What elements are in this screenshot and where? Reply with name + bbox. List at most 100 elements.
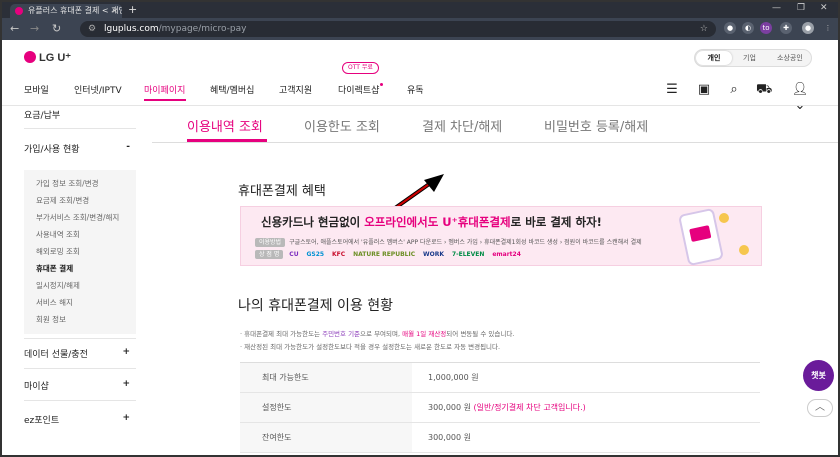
- sidebar-item-billing[interactable]: 요금/납부: [24, 108, 136, 121]
- tab-password[interactable]: 비밀번호 등록/해제: [544, 116, 648, 135]
- coin-icon: [739, 245, 749, 255]
- url-host: lguplus.com: [104, 24, 159, 34]
- sidebar-item-subscription[interactable]: 가입/사용 현황 -: [24, 142, 136, 155]
- ott-free-badge: OTT 무료: [342, 62, 379, 74]
- shop-logo: 7-ELEVEN: [451, 251, 485, 258]
- submenu-item[interactable]: 일시정지/해제: [36, 280, 80, 291]
- user-icon[interactable]: 👤︎⌄: [788, 82, 812, 113]
- address-bar[interactable]: ⚙ lguplus.com/mypage/micro-pay ☆: [80, 21, 716, 37]
- row-label: 잔여한도: [240, 423, 412, 452]
- sidebar: 요금/납부 가입/사용 현황 - 가입 정보 조회/변경 요금제 조회/변경 부가…: [24, 106, 136, 455]
- sidebar-divider: [24, 368, 136, 369]
- tab-limit-inquiry[interactable]: 이용한도 조회: [304, 116, 380, 135]
- nav-benefits[interactable]: 혜택/멤버십: [210, 83, 254, 96]
- back-icon[interactable]: ←: [10, 22, 19, 35]
- sidebar-item-label: 데이터 선물/충전: [24, 350, 88, 360]
- reload-icon[interactable]: ↻: [52, 22, 61, 35]
- shop-logo: WORK: [423, 251, 445, 258]
- close-window-button[interactable]: ✕: [820, 3, 828, 13]
- sidebar-item-data-gift[interactable]: 데이터 선물/충전 +: [24, 347, 136, 360]
- nav-direct-shop[interactable]: 다이렉트샵: [338, 83, 379, 96]
- sidebar-submenu: 가입 정보 조회/변경 요금제 조회/변경 부가서비스 조회/변경/해지 사용내…: [24, 170, 136, 334]
- cart-icon[interactable]: ⛟: [756, 82, 772, 98]
- audience-switch: 개인 기업 소상공인: [694, 49, 812, 67]
- expand-icon[interactable]: +: [122, 379, 130, 389]
- tab-payment-block[interactable]: 결제 차단/해제: [422, 116, 502, 135]
- maximize-button[interactable]: ❐: [797, 3, 805, 13]
- active-nav-underline: [144, 99, 186, 101]
- search-icon[interactable]: ⌕: [726, 82, 742, 98]
- limit-table: 최대 가능한도 1,000,000 원 설정한도 300,000 원 (일반/정…: [240, 362, 760, 455]
- browser-toolbar: ← → ↻ ⚙ lguplus.com/mypage/micro-pay ☆ ●…: [2, 18, 838, 40]
- audience-tab-business[interactable]: 기업: [743, 50, 756, 66]
- logo-mark-icon: [24, 51, 36, 63]
- submenu-item[interactable]: 요금제 조회/변경: [36, 195, 89, 206]
- sidebar-item-label: 마이샵: [24, 382, 49, 392]
- new-dot: [380, 83, 383, 86]
- table-row: 최대 가능한도 1,000,000 원: [240, 363, 760, 393]
- extension-icon[interactable]: ●: [724, 22, 736, 34]
- shop-logo: emart24: [492, 251, 521, 258]
- submenu-item[interactable]: 회원 정보: [36, 314, 66, 325]
- browser-menu-icon[interactable]: ⋮: [822, 22, 834, 34]
- shops-chip: 상 점 명: [255, 250, 284, 259]
- lguplus-favicon-icon: [15, 7, 23, 15]
- row-value: 1,000,000 원: [428, 373, 479, 382]
- benefit-banner[interactable]: 신용카드나 현금없이 오프라인에서도 U⁺휴대폰결제로 바로 결제 하자! 이용…: [240, 206, 762, 267]
- submenu-item[interactable]: 해외로밍 조회: [36, 246, 80, 257]
- sidebar-item-label: ez포인트: [24, 416, 60, 426]
- extension-icon[interactable]: to: [760, 22, 772, 34]
- table-row: 설정한도 300,000 원 (일반/정기결제 차단 고객입니다.): [240, 393, 760, 423]
- submenu-item[interactable]: 부가서비스 조회/변경/해지: [36, 212, 119, 223]
- row-value: 300,000 원 (일반/정기결제 차단 고객입니다.): [428, 403, 586, 412]
- nav-support[interactable]: 고객지원: [279, 83, 312, 96]
- submenu-item[interactable]: 서비스 해지: [36, 297, 73, 308]
- banner-headline: 신용카드나 현금없이 오프라인에서도 U⁺휴대폰결제로 바로 결제 하자!: [261, 215, 602, 229]
- chatbot-button[interactable]: 챗봇: [803, 360, 834, 391]
- phone-illustration-icon: [677, 207, 725, 267]
- nav-udok[interactable]: 유독: [407, 83, 424, 96]
- expand-icon[interactable]: +: [122, 347, 130, 357]
- main-nav: 모바일 인터넷/IPTV 마이페이지 혜택/멤버십 고객지원 다이렉트샵 유독: [2, 78, 838, 102]
- table-row: 잔여한도 300,000 원: [240, 423, 760, 453]
- bookmark-star-icon[interactable]: ☆: [700, 21, 708, 37]
- sidebar-item-label: 요금/납부: [24, 111, 61, 121]
- tabs-divider: [152, 142, 838, 143]
- submenu-item-current[interactable]: 휴대폰 결제: [36, 263, 73, 274]
- sidebar-item-label: 가입/사용 현황: [24, 145, 80, 155]
- browser-tab[interactable]: 유플러스 휴대폰 결제 < 개인 ×: [10, 4, 122, 18]
- method-chip: 이용방법: [255, 238, 286, 247]
- audience-tab-smallbiz[interactable]: 소상공인: [777, 50, 803, 66]
- profile-avatar[interactable]: ●: [802, 22, 814, 34]
- audience-tab-personal[interactable]: 개인: [696, 51, 732, 65]
- extension-icon[interactable]: ◐: [742, 22, 754, 34]
- shop-logo: GS25: [306, 251, 325, 258]
- browser-tab-strip: 유플러스 휴대폰 결제 < 개인 × + — ❐ ✕: [2, 2, 838, 18]
- submenu-item[interactable]: 가입 정보 조회/변경: [36, 178, 99, 189]
- extensions-puzzle-icon[interactable]: ✚: [780, 22, 792, 34]
- nav-internet-iptv[interactable]: 인터넷/IPTV: [74, 83, 122, 96]
- status-title: 나의 휴대폰결제 이용 현황: [238, 298, 394, 314]
- menu-icon[interactable]: ☰: [664, 82, 680, 98]
- new-tab-button[interactable]: +: [128, 3, 137, 16]
- minimize-button[interactable]: —: [772, 3, 781, 13]
- forward-icon[interactable]: →: [30, 22, 39, 35]
- row-label: 설정한도: [240, 393, 412, 422]
- tab-close-icon[interactable]: ×: [111, 4, 118, 18]
- collapse-icon[interactable]: -: [126, 142, 130, 152]
- shop-logo: KFC: [332, 251, 346, 258]
- site-info-icon[interactable]: ⚙: [88, 21, 96, 37]
- nav-mobile[interactable]: 모바일: [24, 83, 49, 96]
- lguplus-logo[interactable]: LG U⁺: [24, 51, 71, 64]
- micro-pay-tabs: 이용내역 조회 이용한도 조회 결제 차단/해제 비밀번호 등록/해제: [152, 106, 838, 146]
- sidebar-item-ez-point[interactable]: ez포인트 +: [24, 413, 136, 426]
- scroll-top-button[interactable]: ︿: [807, 399, 833, 417]
- tab-usage-history[interactable]: 이용내역 조회: [187, 116, 263, 135]
- membership-icon[interactable]: ▣: [696, 82, 712, 98]
- nav-mypage[interactable]: 마이페이지: [144, 83, 185, 96]
- sidebar-item-myshop[interactable]: 마이샵 +: [24, 379, 136, 392]
- banner-shops-row: 상 점 명 CU GS25 KFC NATURE REPUBLIC WORK 7…: [255, 250, 527, 259]
- expand-icon[interactable]: +: [122, 413, 130, 423]
- submenu-item[interactable]: 사용내역 조회: [36, 229, 80, 240]
- coin-icon: [719, 213, 729, 223]
